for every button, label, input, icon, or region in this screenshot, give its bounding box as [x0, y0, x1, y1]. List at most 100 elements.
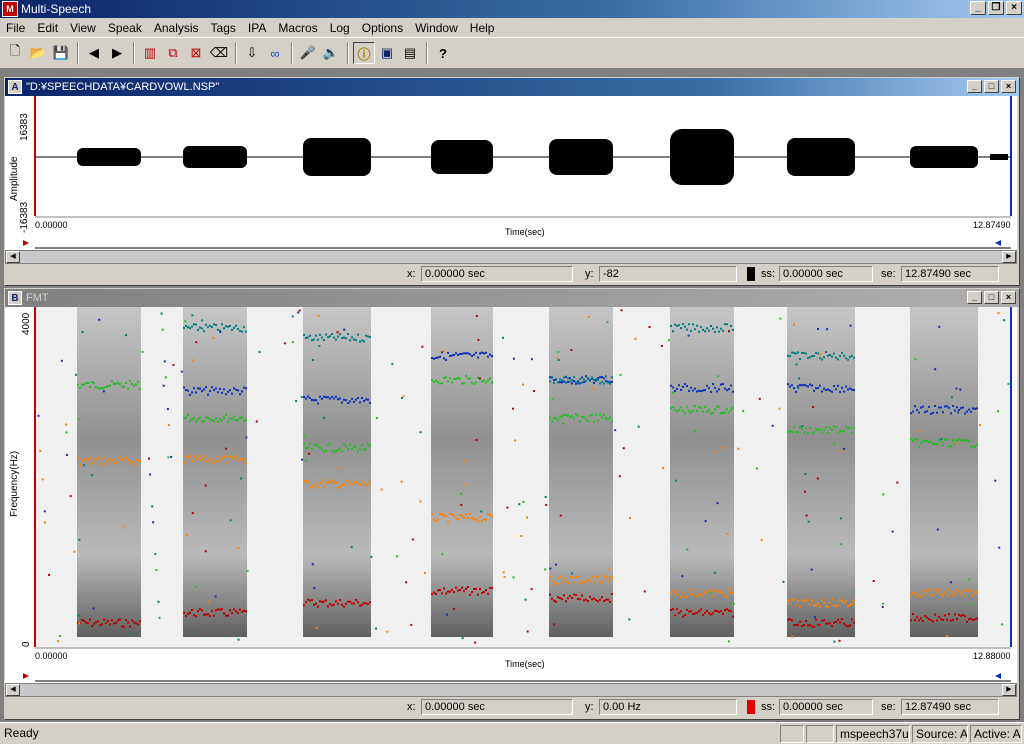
- formant-point: [502, 336, 504, 339]
- menu-options[interactable]: Options: [356, 21, 409, 35]
- formant-point: [213, 614, 215, 617]
- menu-window[interactable]: Window: [409, 21, 464, 35]
- formant-point: [201, 390, 203, 393]
- formant-point: [195, 585, 197, 588]
- scroll-left-button[interactable]: ◀: [6, 251, 20, 263]
- speaker-icon[interactable]: 🔈: [320, 42, 342, 64]
- formant-point: [197, 387, 199, 390]
- formant-point: [119, 383, 121, 386]
- formant-hscroll[interactable]: ◀ ▶: [5, 683, 1017, 697]
- formant-point: [105, 386, 107, 388]
- formant-point: [831, 625, 833, 628]
- formant-point: [671, 391, 674, 394]
- close-window-icon[interactable]: ⊠: [185, 42, 207, 64]
- microphone-icon[interactable]: 🎤: [297, 42, 319, 64]
- formant-point: [317, 445, 319, 448]
- waveform-hscroll[interactable]: ◀ ▶: [5, 250, 1017, 264]
- formant-point: [233, 457, 235, 460]
- close-button[interactable]: ×: [1006, 1, 1022, 15]
- menu-tags[interactable]: Tags: [205, 21, 242, 35]
- menu-log[interactable]: Log: [324, 21, 356, 35]
- spectrogram-icon[interactable]: ▥: [139, 42, 161, 64]
- scroll-right-button[interactable]: ▶: [1002, 684, 1016, 696]
- formant-point: [103, 463, 105, 466]
- help-icon[interactable]: ?: [432, 42, 454, 64]
- formant-point: [708, 387, 710, 390]
- formant-point: [451, 381, 453, 384]
- save-disk-icon[interactable]: 💾: [50, 42, 72, 64]
- window-icon[interactable]: ▣: [376, 42, 398, 64]
- formant-point: [682, 410, 684, 413]
- menu-edit[interactable]: Edit: [31, 21, 64, 35]
- close-button[interactable]: ×: [1001, 291, 1016, 304]
- formant-point: [597, 600, 599, 603]
- open-folder-icon[interactable]: 📂: [27, 42, 49, 64]
- formant-point: [365, 448, 367, 451]
- link-icon[interactable]: ∞: [264, 42, 286, 64]
- formant-point: [946, 405, 948, 408]
- formant-point: [211, 419, 213, 422]
- formant-window-titlebar[interactable]: B FMT _ □ ×: [5, 289, 1019, 307]
- formant-point: [341, 450, 343, 453]
- menu-macros[interactable]: Macros: [272, 21, 323, 35]
- download-icon[interactable]: ⇩: [241, 42, 263, 64]
- formant-point: [585, 598, 587, 601]
- formant-point: [451, 588, 453, 591]
- scroll-right-button[interactable]: ▶: [1002, 251, 1016, 263]
- restore-button[interactable]: ❐: [988, 1, 1004, 15]
- new-file-icon[interactable]: 🗋: [4, 42, 26, 64]
- menu-analysis[interactable]: Analysis: [148, 21, 205, 35]
- menu-ipa[interactable]: IPA: [242, 21, 272, 35]
- maximize-button[interactable]: □: [984, 80, 999, 93]
- formant-point: [229, 455, 231, 458]
- formant-point: [595, 378, 597, 381]
- waveform-plot-area[interactable]: Amplitude 16383 -16383 0.00000 Time(sec)…: [5, 96, 1017, 238]
- back-arrow-icon[interactable]: ◀: [83, 42, 105, 64]
- formant-point: [950, 445, 952, 448]
- formant-point: [681, 575, 684, 578]
- formant-point: [793, 323, 795, 326]
- formant-point: [485, 518, 487, 521]
- formant-point: [573, 375, 575, 378]
- formant-point: [928, 405, 930, 408]
- minimize-button[interactable]: _: [967, 80, 982, 93]
- formant-point: [845, 624, 847, 627]
- minimize-button[interactable]: _: [967, 291, 982, 304]
- menu-help[interactable]: Help: [464, 21, 501, 35]
- forward-arrow-icon[interactable]: ▶: [106, 42, 128, 64]
- menu-view[interactable]: View: [64, 21, 102, 35]
- formant-point: [411, 538, 414, 541]
- formant-point: [872, 580, 875, 582]
- eraser-icon[interactable]: ⌫: [208, 42, 230, 64]
- formant-point: [335, 395, 337, 398]
- formant-point: [950, 619, 952, 622]
- formant-point: [618, 475, 621, 478]
- formant-point: [954, 613, 956, 616]
- formant-point: [682, 323, 684, 326]
- formant-point: [309, 599, 311, 602]
- formant-point: [595, 576, 597, 579]
- minimize-button[interactable]: _: [970, 1, 986, 15]
- scroll-left-button[interactable]: ◀: [6, 684, 20, 696]
- formant-point: [708, 329, 710, 332]
- menu-speak[interactable]: Speak: [102, 21, 148, 35]
- multi-speech-app-icon[interactable]: M: [2, 1, 18, 17]
- menu-file[interactable]: File: [0, 21, 31, 35]
- formant-plot-area[interactable]: Frequency(Hz) 4000 0 0.00000 Time(sec) 1…: [5, 307, 1017, 671]
- close-button[interactable]: ×: [1001, 80, 1016, 93]
- copy-window-icon[interactable]: ⧉: [162, 42, 184, 64]
- formant-point: [95, 621, 97, 624]
- waveform-window-titlebar[interactable]: A "D:¥SPEECHDATA¥CARDVOWL.NSP" _ □ ×: [5, 78, 1019, 96]
- formant-point: [193, 455, 195, 458]
- formant-point: [65, 431, 68, 434]
- formant-point: [485, 381, 487, 384]
- calculator-icon[interactable]: ▤: [399, 42, 421, 64]
- formant-point: [946, 618, 948, 621]
- formant-point: [313, 443, 315, 446]
- formant-point: [158, 616, 161, 619]
- formant-point: [223, 612, 225, 615]
- formant-point: [119, 618, 121, 621]
- maximize-button[interactable]: □: [984, 291, 999, 304]
- se-readout-field: 12.87490 sec: [901, 699, 999, 715]
- info-icon[interactable]: ⓘ: [353, 42, 375, 64]
